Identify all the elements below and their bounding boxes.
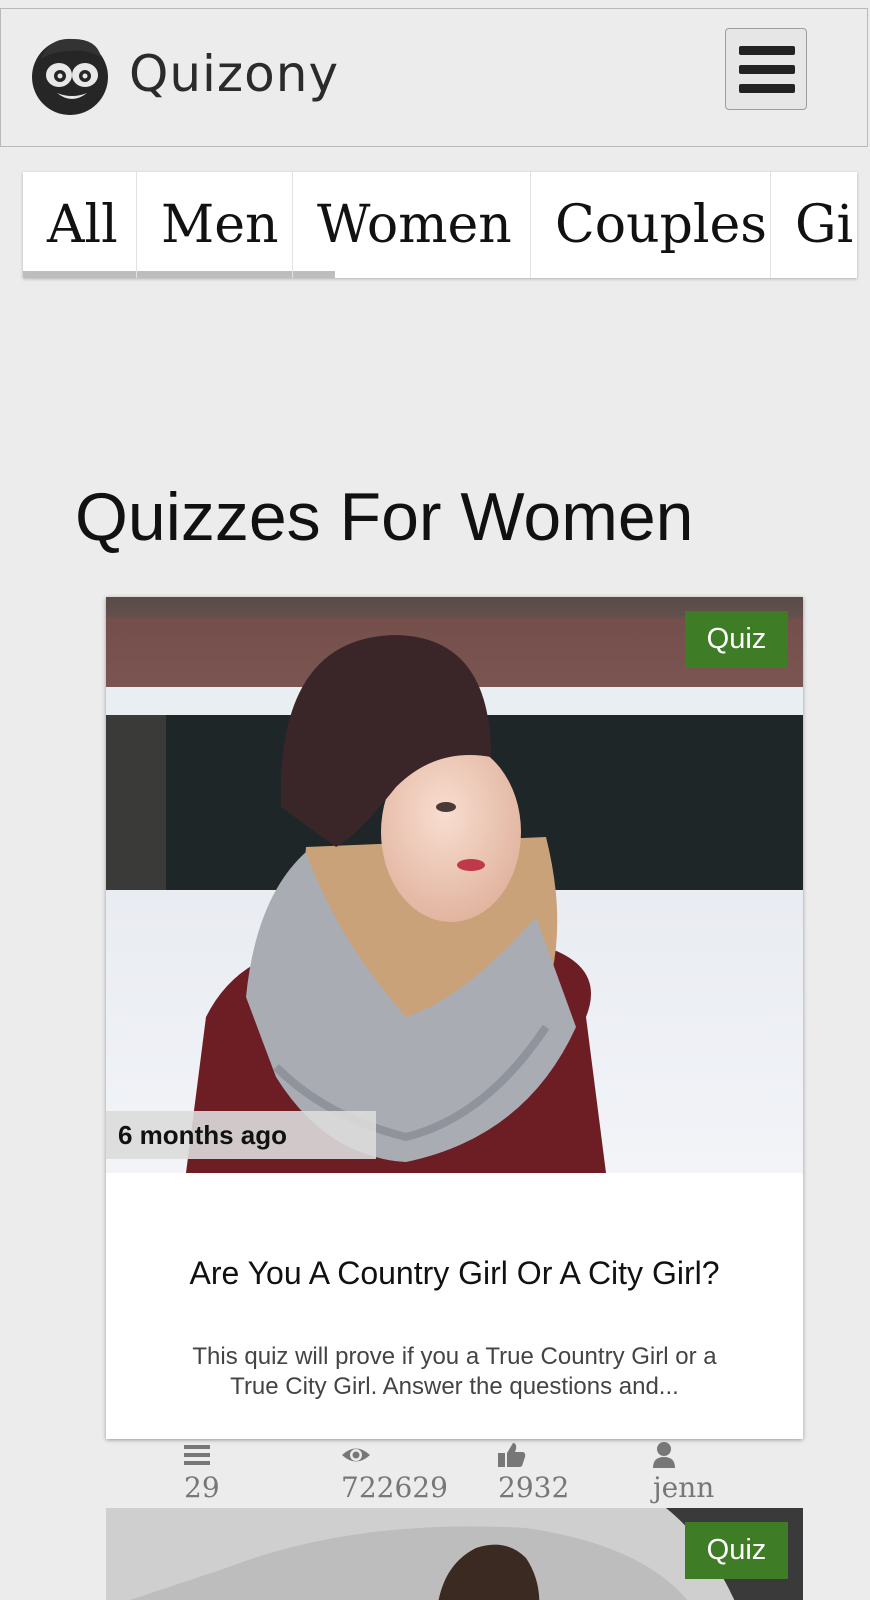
logo-text: Quizony (129, 45, 340, 103)
stat-author: jenn (653, 1440, 773, 1504)
tab-girls[interactable]: Gi (771, 172, 857, 278)
quiz-title[interactable]: Are You A Country Girl Or A City Girl? (166, 1253, 743, 1294)
page-title: Quizzes For Women (75, 479, 694, 555)
tab-couples[interactable]: Couples (531, 172, 771, 278)
quiz-card[interactable]: Quiz (106, 1508, 803, 1600)
author-name[interactable]: jenn (653, 1471, 773, 1504)
tab-men[interactable]: Men (137, 172, 293, 278)
time-badge: 6 months ago (106, 1111, 376, 1159)
thumbs-up-icon (498, 1443, 526, 1467)
quiz-thumbnail-image (106, 597, 803, 1173)
hamburger-menu-button[interactable] (725, 28, 807, 110)
likes-count: 2932 (498, 1471, 570, 1504)
monkey-logo-icon (32, 38, 108, 115)
list-icon (184, 1445, 210, 1465)
eye-icon (342, 1448, 370, 1462)
hamburger-bar (739, 84, 795, 93)
tab-all[interactable]: All (23, 172, 137, 278)
stat-likes: 2932 (498, 1440, 618, 1504)
quiz-type-badge: Quiz (685, 611, 788, 668)
stat-questions: 29 (184, 1440, 304, 1504)
page: Quizony All Men Women Couples Gi Quizzes… (0, 0, 870, 1600)
user-icon (653, 1442, 675, 1468)
views-count: 722629 (341, 1471, 448, 1504)
quiz-thumbnail[interactable]: Quiz 6 months ago (106, 597, 803, 1173)
hamburger-bar (739, 65, 795, 74)
logo[interactable]: Quizony (27, 31, 339, 117)
quiz-card[interactable]: Quiz 6 months ago Are You A Country Girl… (106, 597, 803, 1439)
top-bar: Quizony (0, 8, 868, 147)
quiz-description: This quiz will prove if you a True Count… (192, 1343, 717, 1400)
stat-views: 722629 (341, 1440, 491, 1504)
category-tabs: All Men Women Couples Gi (23, 172, 857, 278)
questions-count: 29 (184, 1471, 220, 1504)
quiz-type-badge: Quiz (685, 1522, 788, 1579)
tab-women[interactable]: Women (293, 172, 531, 278)
hamburger-menu-icon (739, 46, 795, 55)
